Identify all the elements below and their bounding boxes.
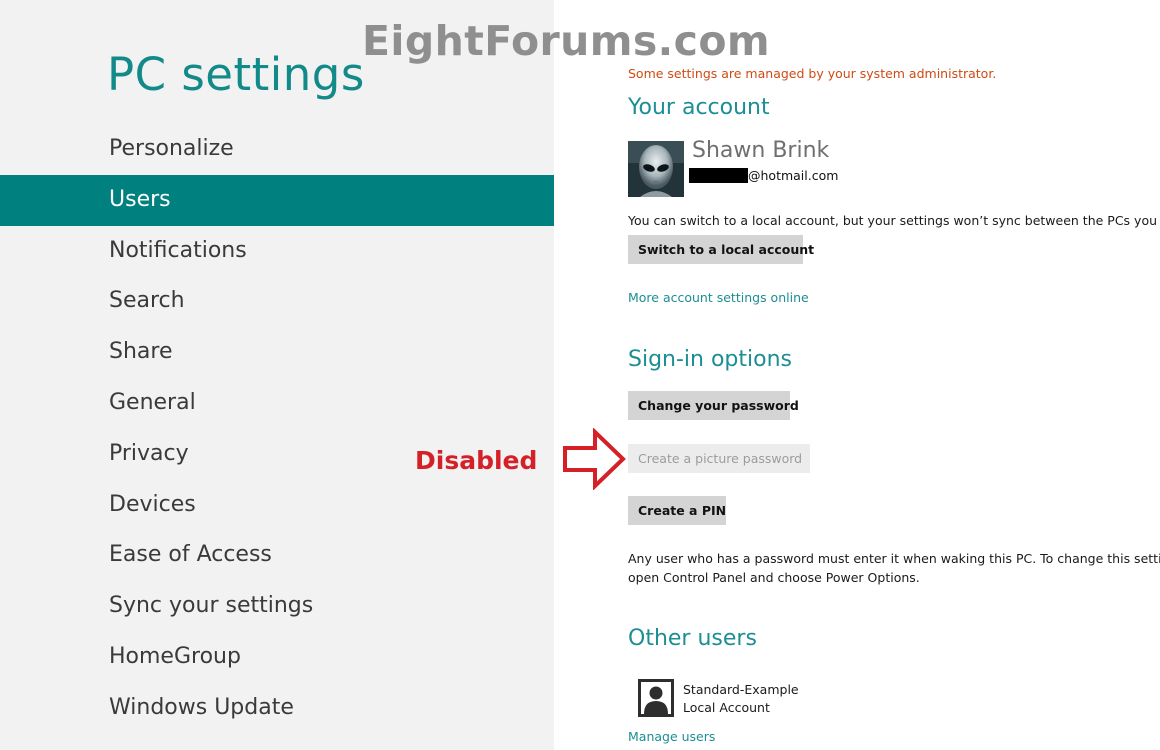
- your-account-heading: Your account: [628, 95, 770, 120]
- nav-item-sync-your-settings[interactable]: Sync your settings: [0, 581, 554, 632]
- power-options-note: Any user who has a password must enter i…: [628, 549, 1160, 587]
- nav-item-search[interactable]: Search: [0, 276, 554, 327]
- sync-note: You can switch to a local account, but y…: [628, 213, 1160, 228]
- nav-item-share[interactable]: Share: [0, 327, 554, 378]
- email-domain: @hotmail.com: [748, 167, 839, 183]
- user-silhouette-icon: [638, 679, 674, 717]
- other-user-tile[interactable]: [638, 679, 674, 717]
- account-avatar: [628, 141, 684, 197]
- other-user-name: Standard-Example: [683, 682, 799, 697]
- nav-list: Personalize Users Notifications Search S…: [0, 124, 554, 734]
- power-note-line-2: open Control Panel and choose Power Opti…: [628, 570, 920, 585]
- nav-item-users[interactable]: Users: [0, 174, 554, 226]
- right-arrow-icon: [563, 428, 626, 490]
- alien-avatar-icon: [628, 141, 684, 197]
- switch-to-local-account-button[interactable]: Switch to a local account: [628, 235, 814, 264]
- pc-settings-window: PC settings Personalize Users Notificati…: [0, 0, 1160, 750]
- site-watermark: EightForums.com: [362, 17, 771, 65]
- navigation-pane: PC settings Personalize Users Notificati…: [0, 0, 554, 750]
- sign-in-options-heading: Sign-in options: [628, 347, 793, 372]
- admin-notice: Some settings are managed by your system…: [628, 66, 997, 81]
- account-email: @hotmail.com: [689, 167, 838, 183]
- nav-item-windows-update[interactable]: Windows Update: [0, 683, 554, 734]
- manage-users-link[interactable]: Manage users: [628, 727, 715, 746]
- account-user-name: Shawn Brink: [692, 138, 830, 163]
- nav-item-homegroup[interactable]: HomeGroup: [0, 632, 554, 683]
- change-password-button[interactable]: Change your password: [628, 391, 799, 420]
- create-pin-button[interactable]: Create a PIN: [628, 496, 726, 525]
- create-picture-password-button: Create a picture password: [628, 444, 810, 473]
- app-title: PC settings: [107, 48, 365, 101]
- nav-item-personalize[interactable]: Personalize: [0, 124, 554, 175]
- users-settings-content: Some settings are managed by your system…: [554, 0, 1160, 750]
- nav-item-general[interactable]: General: [0, 378, 554, 429]
- power-note-line-1: Any user who has a password must enter i…: [628, 551, 1160, 566]
- more-account-settings-link[interactable]: More account settings online: [628, 288, 809, 307]
- nav-item-ease-of-access[interactable]: Ease of Access: [0, 530, 554, 581]
- other-user-account-type: Local Account: [683, 700, 770, 715]
- email-redaction-bar: [689, 167, 748, 183]
- nav-item-devices[interactable]: Devices: [0, 480, 554, 531]
- disabled-annotation-label: Disabled: [415, 446, 538, 475]
- nav-item-notifications[interactable]: Notifications: [0, 226, 554, 277]
- other-users-heading: Other users: [628, 626, 757, 651]
